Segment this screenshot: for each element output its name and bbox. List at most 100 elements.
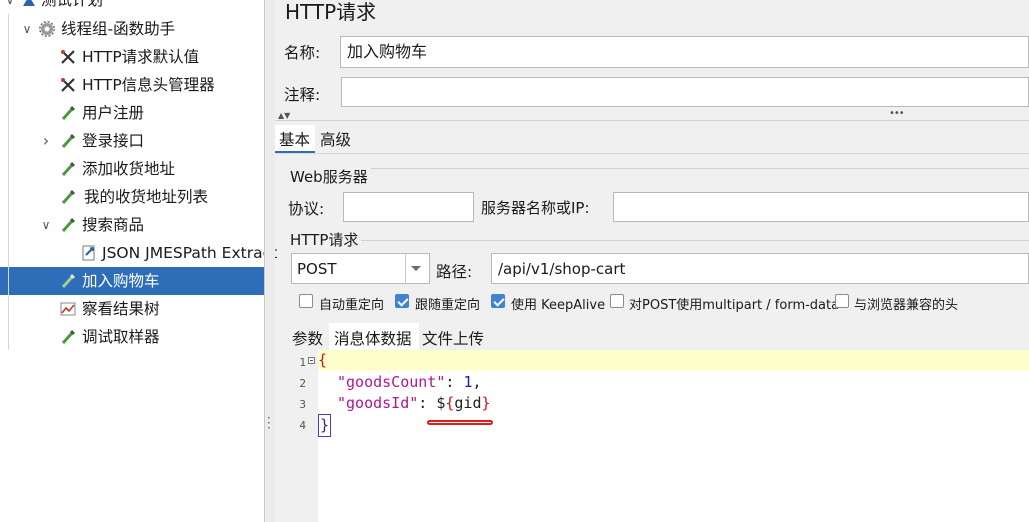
page-title: HTTP请求 [285,0,377,24]
tree-item-label: 登录接口 [82,132,145,150]
fold-collapse-icon[interactable] [308,357,315,364]
variable-name: gid [454,394,482,412]
pipette-icon [61,161,76,177]
auto-redirect-label: 自动重定向 [319,298,385,313]
json-key: "goodsCount" [337,373,446,391]
multipart-label: 对POST使用multipart / form-data [629,298,840,313]
protocol-label: 协议: [288,200,325,218]
keepalive-checkbox[interactable] [491,294,505,308]
tree-item-label: 加入购物车 [82,272,160,290]
tree-item-label: 添加收货地址 [82,160,176,178]
chevron-down-icon[interactable]: ∨ [20,15,34,43]
tree-item-login[interactable]: › 登录接口 [0,127,264,155]
line-number: 1 [299,356,306,369]
line-number: 2 [299,377,306,390]
tree-item-label: HTTP请求默认值 [82,48,200,66]
tree-item-label: HTTP信息头管理器 [82,76,215,94]
splitter-grip-icon[interactable]: ••• [889,108,905,119]
tree-item-label: 用户注册 [82,104,145,122]
code-line-2: "goodsCount": 1, [337,372,482,393]
server-name-field[interactable] [613,192,1029,222]
chevron-down-icon[interactable]: ∨ [39,211,53,239]
json-colon: : [418,394,437,412]
pipette-icon [61,105,76,121]
tab-body-data[interactable]: 消息体数据 [329,323,419,350]
tab-parameters[interactable]: 参数 [292,327,323,349]
tree-item-search-goods[interactable]: ∨ 搜索商品 [0,211,264,239]
line-number-gutter: 1 2 3 4 [288,350,318,522]
pipette-icon [61,329,76,345]
current-line-highlight [318,350,1029,371]
tree-item-address-list[interactable]: 我的收货地址列表 [0,183,264,211]
drag-handle-icon[interactable]: · · · [267,412,271,434]
chevron-down-icon[interactable]: ∨ [3,0,17,14]
tree-item-add-address[interactable]: 添加收货地址 [0,155,264,183]
comment-field[interactable] [341,77,1029,107]
follow-redirect-label: 跟随重定向 [415,298,481,313]
tree-item-label: 测试计划 [41,0,104,9]
name-label: 名称: [284,44,321,62]
http-request-legend: HTTP请求 [288,229,362,251]
web-server-legend: Web服务器 [288,166,371,188]
code-open-brace: { [318,351,328,369]
follow-redirect-checkbox[interactable] [395,294,409,308]
tree-guide-line [8,14,9,350]
collapse-arrows-icon[interactable]: ▲▼ [278,111,290,120]
tree-item-debug-sampler[interactable]: 调试取样器 [0,323,264,351]
tab-basic[interactable]: 基本 [275,125,315,153]
tree-item-test-plan[interactable]: ∨ 测试计划 [0,0,264,14]
test-plan-tree: ∨ 测试计划 ∨ 线程组-函数助手 HTTP请求默认值 HTTP信息头管理器 用… [0,0,277,522]
auto-redirect-checkbox[interactable] [299,294,313,308]
json-key: "goodsId" [337,394,419,412]
gear-icon [39,21,55,37]
pipette-icon [61,133,76,149]
keepalive-label: 使用 KeepAlive [511,298,606,313]
pipette-icon [61,217,76,233]
tree-item-label: 调试取样器 [82,328,160,346]
tree-item-header-manager[interactable]: HTTP信息头管理器 [0,71,264,99]
protocol-field[interactable] [343,192,474,222]
browser-compatible-headers-checkbox[interactable] [835,294,849,308]
tab-advanced[interactable]: 高级 [320,128,351,150]
tree-item-label: 线程组-函数助手 [61,20,176,38]
chevron-down-icon[interactable] [410,265,422,273]
comment-label: 注释: [284,86,321,104]
http-request-group-border [288,240,1029,241]
tree-item-http-defaults[interactable]: HTTP请求默认值 [0,43,264,71]
tree-item-label: 我的收货地址列表 [84,188,209,206]
method-value: POST [297,260,337,278]
select-divider [405,254,406,283]
variable-close-brace: } [481,394,491,412]
chevron-right-icon[interactable]: › [39,127,53,155]
tree-item-add-to-cart[interactable]: 加入购物车 [0,267,264,295]
web-server-group-border [288,168,1029,169]
wrench-icon [61,50,75,64]
name-field[interactable]: 加入购物车 [340,36,1029,68]
method-select[interactable]: POST [291,253,430,284]
split-pane-divider[interactable] [265,0,275,522]
json-comma: , [472,373,482,391]
line-number: 4 [299,419,306,432]
name-value: 加入购物车 [347,42,428,61]
tree-item-user-register[interactable]: 用户注册 [0,99,264,127]
pipette-icon [61,189,76,205]
tree-item-jmespath-extractor[interactable]: JSON JMESPath Extract [0,239,277,267]
path-value: /api/v1/shop-cart [498,260,626,278]
path-label: 路径: [436,263,473,281]
tree-item-result-tree[interactable]: 察看结果树 [0,295,264,323]
tree-item-thread-group[interactable]: ∨ 线程组-函数助手 [0,15,264,43]
multipart-checkbox[interactable] [610,294,624,308]
extractor-icon [82,245,95,261]
wrench-icon [61,78,75,92]
section-divider [275,120,1029,121]
code-line-3: "goodsId": ${gid} [337,393,491,414]
line-number: 3 [299,398,306,411]
test-plan-icon [23,0,35,6]
code-close-brace: } [318,414,332,437]
browser-compatible-headers-label: 与浏览器兼容的头 [854,298,959,313]
tree-item-label: 搜索商品 [82,216,145,234]
server-name-label: 服务器名称或IP: [481,199,590,217]
path-field[interactable]: /api/v1/shop-cart [491,253,1029,284]
tab-file-upload[interactable]: 文件上传 [422,327,484,349]
chart-icon [60,302,76,316]
